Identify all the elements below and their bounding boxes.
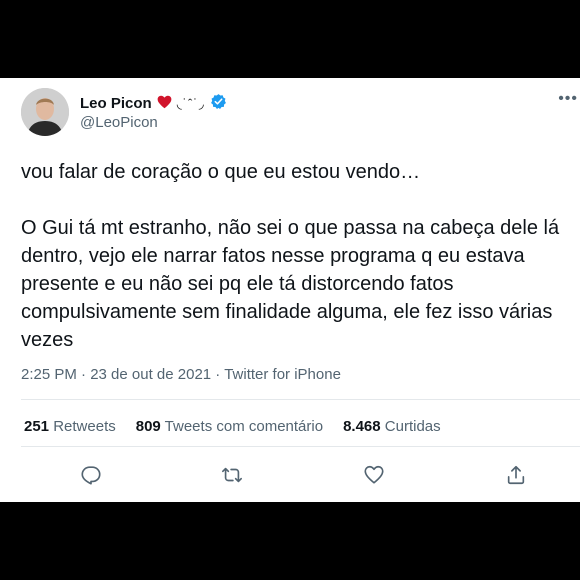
- tweet-meta[interactable]: 2:25 PM · 23 de out de 2021 · Twitter fo…: [21, 366, 341, 383]
- likes-count: 8.468: [343, 418, 381, 435]
- retweet-icon[interactable]: [221, 464, 245, 488]
- heart-emoji-icon: [157, 95, 172, 113]
- like-icon[interactable]: [363, 464, 387, 488]
- author-handle[interactable]: @LeoPicon: [80, 114, 158, 131]
- likes-stat[interactable]: 8.468 Curtidas: [343, 418, 441, 435]
- tweet-actions: [0, 464, 580, 488]
- avatar[interactable]: [21, 88, 69, 136]
- reply-icon[interactable]: [80, 464, 104, 488]
- tweet-stats: 251 Retweets 809 Tweets com comentário 8…: [24, 418, 441, 435]
- share-icon[interactable]: [505, 464, 529, 488]
- tweet-text: vou falar de coração o que eu estou vend…: [21, 161, 560, 351]
- tweet-card: Leo Picon ◟˙ˆ˙◞ @LeoPicon ••• vou falar …: [0, 78, 580, 502]
- quotes-count: 809: [135, 418, 161, 435]
- retweets-stat[interactable]: 251 Retweets: [24, 418, 116, 435]
- divider: [21, 399, 580, 400]
- likes-label: Curtidas: [384, 418, 441, 435]
- kaomoji-emoji: ◟˙ˆ˙◞: [176, 95, 205, 111]
- author-row[interactable]: Leo Picon ◟˙ˆ˙◞: [80, 93, 227, 114]
- quotes-label: Tweets com comentário: [164, 418, 324, 435]
- retweets-label: Retweets: [53, 418, 116, 435]
- quotes-stat[interactable]: 809 Tweets com comentário: [136, 418, 323, 435]
- retweets-count: 251: [24, 418, 50, 435]
- more-icon[interactable]: •••: [558, 90, 578, 108]
- divider: [21, 446, 580, 447]
- verified-badge-icon: [210, 93, 227, 114]
- author-name[interactable]: Leo Picon: [80, 95, 152, 112]
